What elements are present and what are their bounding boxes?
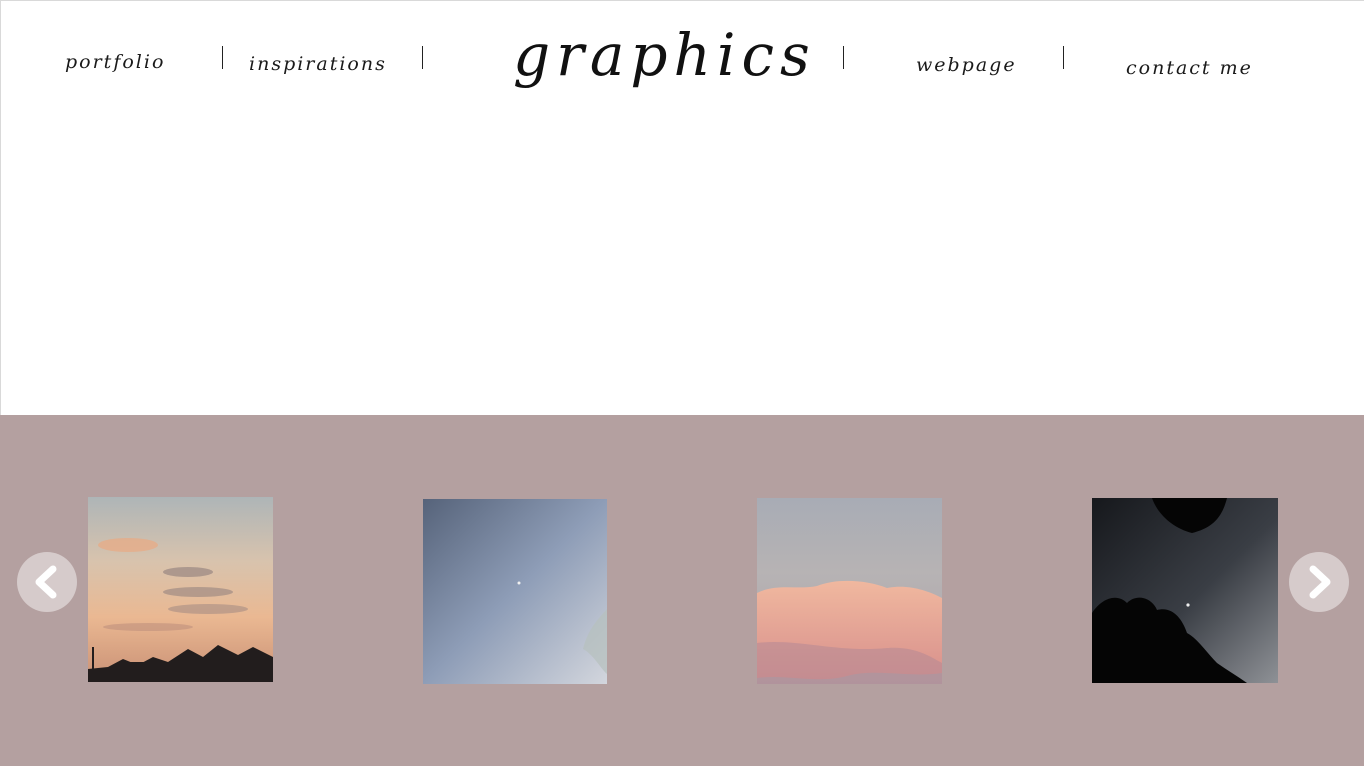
night-trees-moon-photo[interactable]: [1092, 498, 1278, 683]
blue-sky-moon-photo[interactable]: [423, 499, 607, 684]
pink-cloud-photo[interactable]: [757, 498, 942, 684]
nav-divider: [222, 46, 223, 69]
chevron-left-icon: [35, 565, 57, 599]
carousel-next-button[interactable]: [1289, 552, 1349, 612]
photo-carousel: [0, 415, 1364, 766]
nav-webpage[interactable]: webpage: [916, 54, 1017, 76]
site-logo[interactable]: graphics: [513, 21, 810, 89]
site-header: portfolio inspirations graphics webpage …: [0, 0, 1364, 415]
nav-inspirations[interactable]: inspirations: [249, 53, 387, 75]
nav-divider: [422, 46, 423, 69]
sunset-clouds-photo[interactable]: [88, 497, 273, 682]
carousel-prev-button[interactable]: [17, 552, 77, 612]
nav-divider: [1063, 46, 1064, 69]
nav-contact-me[interactable]: contact me: [1126, 57, 1253, 79]
nav-portfolio[interactable]: portfolio: [65, 51, 165, 73]
chevron-right-icon: [1309, 565, 1331, 599]
nav-divider: [843, 46, 844, 69]
